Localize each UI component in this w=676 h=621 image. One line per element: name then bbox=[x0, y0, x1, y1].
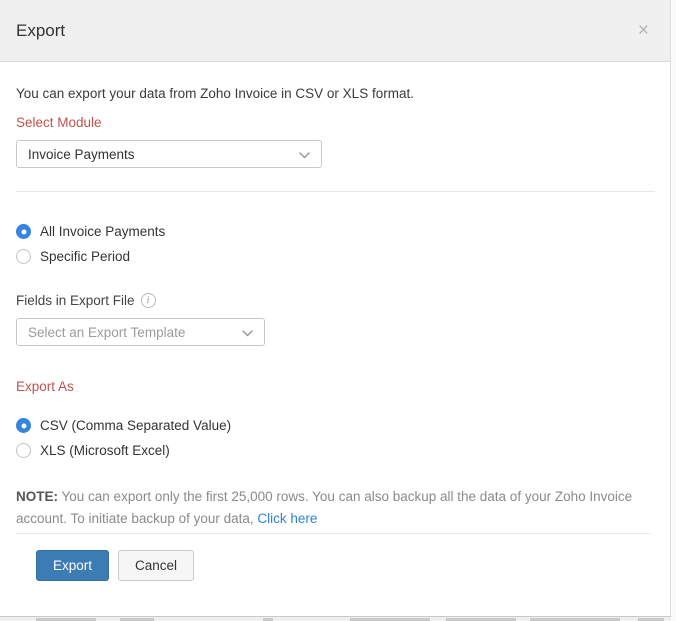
note-text: NOTE: You can export only the first 25,0… bbox=[16, 486, 658, 530]
note-prefix: NOTE: bbox=[16, 489, 58, 504]
footer-divider bbox=[16, 533, 651, 534]
dialog-header: Export × bbox=[0, 0, 670, 62]
dialog-title: Export bbox=[16, 21, 65, 41]
export-as-label: Export As bbox=[16, 379, 654, 394]
fields-label-text: Fields in Export File bbox=[16, 293, 135, 308]
module-select-value: Invoice Payments bbox=[28, 147, 135, 162]
radio-label: All Invoice Payments bbox=[40, 224, 165, 239]
radio-all-invoice-payments[interactable]: All Invoice Payments bbox=[16, 224, 654, 239]
chevron-down-icon bbox=[242, 325, 253, 340]
radio-button-icon[interactable] bbox=[16, 249, 31, 264]
close-icon[interactable]: × bbox=[638, 21, 649, 40]
radio-label: Specific Period bbox=[40, 249, 130, 264]
click-here-link[interactable]: Click here bbox=[257, 511, 317, 526]
radio-xls[interactable]: XLS (Microsoft Excel) bbox=[16, 443, 654, 458]
cancel-button[interactable]: Cancel bbox=[118, 550, 194, 581]
dialog-body: You can export your data from Zoho Invoi… bbox=[0, 86, 670, 581]
button-row: Export Cancel bbox=[36, 550, 654, 581]
fields-in-export-file-label: Fields in Export File i bbox=[16, 293, 654, 308]
radio-specific-period[interactable]: Specific Period bbox=[16, 249, 654, 264]
radio-button-icon[interactable] bbox=[16, 443, 31, 458]
radio-button-icon[interactable] bbox=[16, 224, 31, 239]
export-button[interactable]: Export bbox=[36, 550, 109, 581]
radio-button-icon[interactable] bbox=[16, 418, 31, 433]
radio-label: CSV (Comma Separated Value) bbox=[40, 418, 231, 433]
note-body: You can export only the first 25,000 row… bbox=[16, 489, 632, 526]
select-module-label: Select Module bbox=[16, 115, 654, 130]
module-select[interactable]: Invoice Payments bbox=[16, 140, 322, 168]
background-page-peek bbox=[0, 616, 671, 621]
intro-text: You can export your data from Zoho Invoi… bbox=[16, 86, 654, 101]
export-template-placeholder: Select an Export Template bbox=[28, 325, 185, 340]
export-template-select[interactable]: Select an Export Template bbox=[16, 318, 265, 346]
chevron-down-icon bbox=[299, 147, 310, 162]
radio-label: XLS (Microsoft Excel) bbox=[40, 443, 170, 458]
radio-csv[interactable]: CSV (Comma Separated Value) bbox=[16, 418, 654, 433]
export-dialog: Export × You can export your data from Z… bbox=[0, 0, 671, 616]
section-divider bbox=[16, 191, 655, 192]
info-icon[interactable]: i bbox=[141, 293, 156, 308]
screen: Export × You can export your data from Z… bbox=[0, 0, 676, 621]
